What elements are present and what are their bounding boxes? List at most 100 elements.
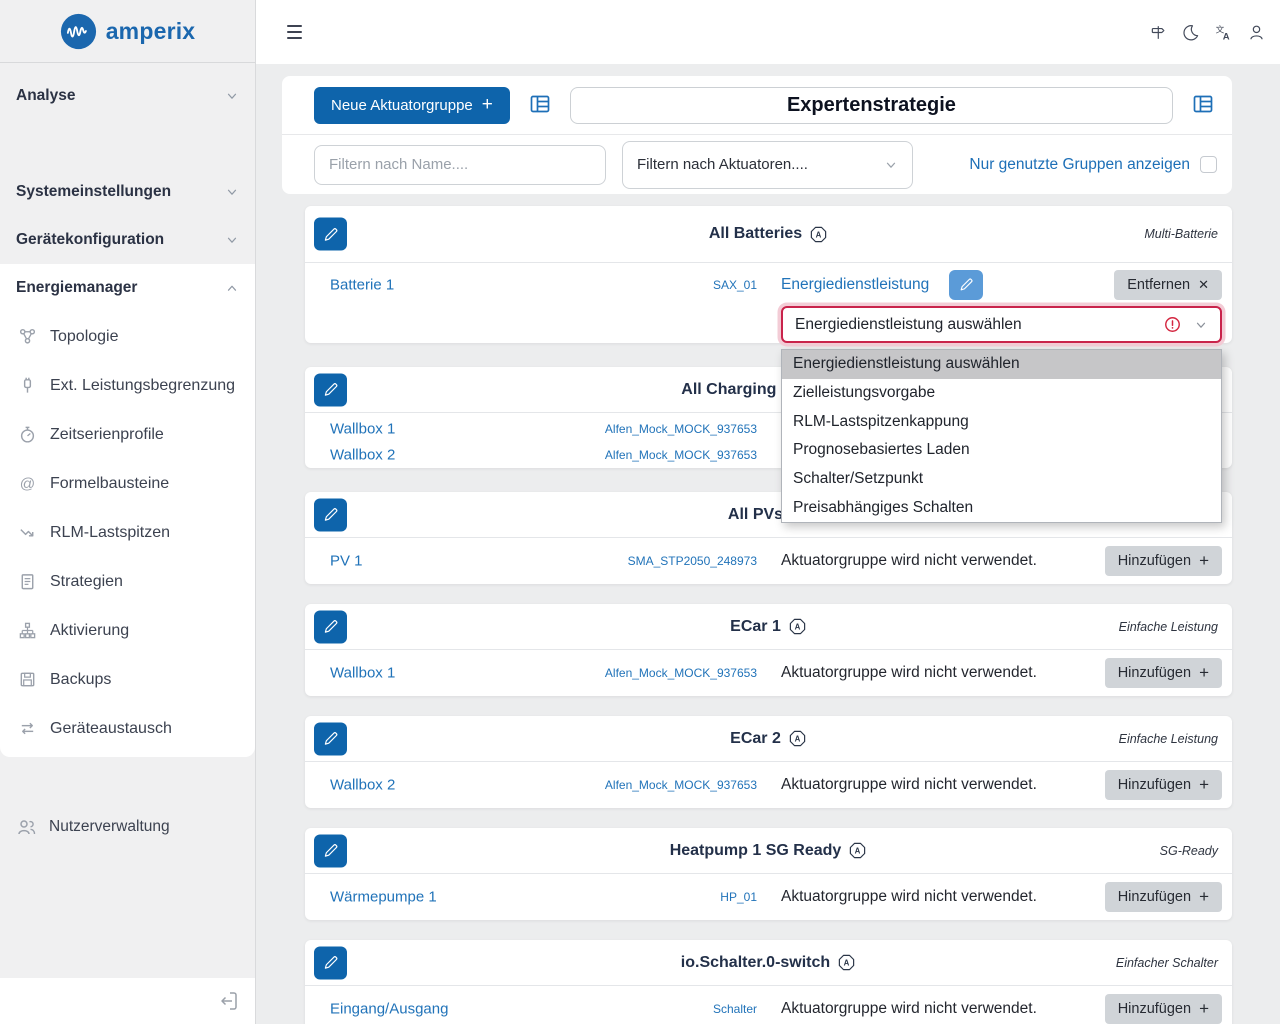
sidebar-item-topologie[interactable]: Topologie [0, 312, 255, 361]
sidebar-item-label: Topologie [50, 328, 119, 346]
device-id: Alfen_Mock_MOCK_937653 [305, 422, 757, 436]
edit-group-button[interactable] [314, 498, 347, 531]
sidebar-item-aktivierung[interactable]: Aktivierung [0, 606, 255, 655]
sidebar-item-zeitserienprofile[interactable]: Zeitserienprofile [0, 410, 255, 459]
group-type-label: Einfacher Schalter [1116, 956, 1218, 970]
dropdown-option[interactable]: Energiedienstleistung auswählen [782, 350, 1221, 379]
translate-icon[interactable]: 文 A [1214, 23, 1233, 42]
add-button[interactable]: Hinzufügen + [1105, 658, 1222, 688]
show-used-groups-label[interactable]: Nur genutzte Gruppen anzeigen [969, 156, 1190, 174]
plus-icon: + [1199, 887, 1209, 907]
energy-service-select[interactable]: Energiedienstleistung auswählen [781, 306, 1222, 343]
sidebar-item-energiemanager[interactable]: Energiemanager [0, 264, 255, 312]
dropdown-option[interactable]: Preisabhängiges Schalten [782, 493, 1221, 522]
filter-actuators-select[interactable]: Filtern nach Aktuatoren.... [622, 141, 913, 189]
user-icon[interactable] [1247, 23, 1266, 42]
group-not-used-status: Aktuatorgruppe wird nicht verwendet. [781, 552, 1037, 570]
topology-icon [17, 327, 37, 347]
sidebar-item-label: Gerätekonfiguration [16, 231, 164, 249]
add-button[interactable]: Hinzufügen + [1105, 994, 1222, 1024]
timer-icon [17, 425, 37, 445]
sidebar-item-systemeinstellungen[interactable]: Systemeinstellungen [0, 168, 255, 216]
signpost-icon[interactable] [1148, 23, 1167, 42]
svg-text:@: @ [19, 475, 34, 492]
collapse-sidebar-icon[interactable] [216, 989, 240, 1013]
card-title: io.Schalter.0-switch [681, 954, 830, 972]
sidebar-item-strategien[interactable]: Strategien [0, 557, 255, 606]
device-id: Alfen_Mock_MOCK_937653 [305, 666, 757, 680]
edit-group-button[interactable] [314, 610, 347, 643]
show-used-groups-checkbox[interactable] [1200, 156, 1217, 173]
dropdown-option[interactable]: Zielleistungsvorgabe [782, 379, 1221, 408]
sidebar-item-backups[interactable]: Backups [0, 655, 255, 704]
auto-badge-icon [788, 617, 807, 636]
group-list-view-button[interactable] [526, 92, 554, 118]
filter-name-input[interactable] [314, 145, 606, 185]
card-title: Heatpump 1 SG Ready [670, 842, 842, 860]
pencil-icon [322, 618, 340, 636]
add-button[interactable]: Hinzufügen + [1105, 546, 1222, 576]
device-id: HP_01 [305, 890, 757, 904]
sidebar-item-analyse[interactable]: Analyse [0, 72, 255, 120]
strategy-list-view-button[interactable] [1189, 92, 1217, 118]
card-title: ECar 1 [730, 618, 781, 636]
sidebar-item-formelbausteine[interactable]: @ Formelbausteine [0, 459, 255, 508]
edit-group-button[interactable] [314, 373, 347, 406]
sidebar-item-rlm-lastspitzen[interactable]: RLM-Lastspitzen [0, 508, 255, 557]
sidebar-item-ext-leistungsbegrenzung[interactable]: Ext. Leistungsbegrenzung [0, 361, 255, 410]
close-icon: ✕ [1198, 277, 1209, 293]
sidebar-item-nutzerverwaltung[interactable]: Nutzerverwaltung [0, 803, 255, 851]
device-id: Alfen_Mock_MOCK_937653 [305, 778, 757, 792]
device-id: SMA_STP2050_248973 [305, 554, 757, 568]
brand-name: amperix [106, 18, 196, 45]
dropdown-option[interactable]: Prognosebasiertes Laden [782, 436, 1221, 465]
card-title: ECar 2 [730, 730, 781, 748]
actuator-group-card-ecar-1: ECar 1 Einfache Leistung Wallbox 1 Alfen… [305, 604, 1232, 696]
sidebar-item-geraetekonfiguration[interactable]: Gerätekonfiguration [0, 216, 255, 264]
auto-badge-icon [848, 841, 867, 860]
dropdown-option[interactable]: RLM-Lastspitzenkappung [782, 407, 1221, 436]
trend-icon [17, 523, 37, 543]
sidebar-item-label: Formelbausteine [50, 475, 169, 493]
plus-icon: + [1199, 775, 1209, 795]
auto-badge-icon [809, 225, 828, 244]
edit-group-button[interactable] [314, 946, 347, 979]
edit-service-button[interactable] [949, 270, 983, 300]
pencil-icon [322, 225, 340, 243]
sidebar-item-label: Systemeinstellungen [16, 183, 171, 201]
energy-service-dropdown-menu: Energiedienstleistung auswählen Zielleis… [781, 349, 1222, 523]
strategy-name-input[interactable] [570, 87, 1173, 124]
sidebar-item-label: Nutzerverwaltung [49, 818, 170, 836]
card-title: All PVs [728, 506, 783, 524]
hamburger-menu-icon[interactable] [287, 25, 302, 39]
group-not-used-status: Aktuatorgruppe wird nicht verwendet. [781, 776, 1037, 794]
pencil-icon [322, 381, 340, 399]
sidebar-item-geraeteaustausch[interactable]: Geräteaustausch [0, 704, 255, 753]
device-id: Alfen_Mock_MOCK_937653 [305, 448, 757, 462]
chevron-down-icon [225, 233, 239, 247]
dropdown-option[interactable]: Schalter/Setzpunkt [782, 465, 1221, 494]
table-icon [1190, 92, 1216, 116]
add-button[interactable]: Hinzufügen + [1105, 882, 1222, 912]
plus-icon: + [1199, 551, 1209, 571]
auto-badge-icon [837, 953, 856, 972]
users-icon [16, 817, 36, 837]
new-actuator-group-label: Neue Aktuatorgruppe [331, 97, 473, 114]
new-actuator-group-button[interactable]: Neue Aktuatorgruppe + [314, 87, 510, 124]
group-not-used-status: Aktuatorgruppe wird nicht verwendet. [781, 664, 1037, 682]
sidebar-item-label: Analyse [16, 87, 75, 105]
sidebar-item-label: Geräteaustausch [50, 720, 172, 738]
chevron-up-icon [225, 281, 239, 295]
sidebar-item-label: Strategien [50, 573, 123, 591]
floppy-icon [17, 670, 37, 690]
moon-icon[interactable] [1181, 23, 1200, 42]
remove-button[interactable]: Entfernen ✕ [1114, 270, 1222, 300]
app-logo[interactable]: amperix [0, 0, 255, 63]
add-button[interactable]: Hinzufügen + [1105, 770, 1222, 800]
energy-service-label: Energiedienstleistung [781, 276, 929, 294]
app-root: amperix Analyse Systemeinstellungen Gerä… [0, 0, 1280, 1024]
plus-icon: + [1199, 999, 1209, 1019]
edit-group-button[interactable] [314, 834, 347, 867]
edit-group-button[interactable] [314, 722, 347, 755]
edit-group-button[interactable] [314, 218, 347, 251]
